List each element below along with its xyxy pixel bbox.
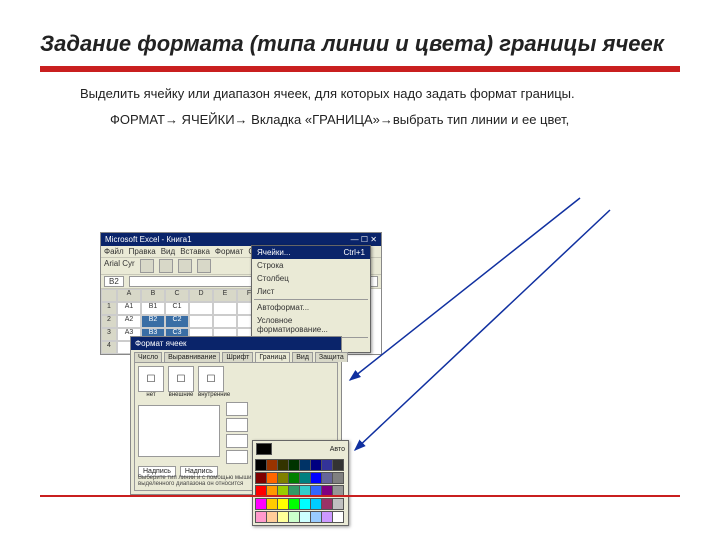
dialog-tab: Число [134, 352, 162, 362]
preset-icon: ☐ [168, 366, 194, 392]
palette-grid [253, 457, 348, 525]
line-style [226, 418, 248, 432]
preset-icon: ☐ [138, 366, 164, 392]
menu-item: Файл [104, 247, 124, 256]
menu-item: Столбец [252, 272, 370, 285]
cell [189, 315, 213, 328]
row-header: 1 [101, 302, 117, 315]
col-header: C [165, 289, 189, 302]
font-name: Arial Cyr [104, 259, 135, 273]
toolbar-btn [159, 259, 173, 273]
menu-item: Ячейки...Ctrl+1 [252, 246, 370, 259]
dialog-tab: Защита [315, 352, 348, 362]
page-title: Задание формата (типа линии и цвета) гра… [40, 30, 680, 58]
window-controls: — ☐ ✕ [351, 235, 377, 244]
border-presets: ☐нет☐внешние☐внутренние [138, 366, 334, 398]
row-header: 3 [101, 328, 117, 341]
preset-label: нет [138, 392, 164, 398]
col-header: A [117, 289, 141, 302]
menu-item: Автоформат... [252, 301, 370, 314]
col-header: E [213, 289, 237, 302]
instruction-1: Выделить ячейку или диапазон ячеек, для … [80, 86, 640, 103]
preset-icon: ☐ [198, 366, 224, 392]
preset-label: внутренние [198, 392, 230, 398]
dialog-tab: Шрифт [222, 352, 253, 362]
menu-item: Условное форматирование... [252, 314, 370, 336]
auto-swatch [256, 443, 272, 455]
dialog-tab: Выравнивание [164, 352, 220, 362]
line-style [226, 434, 248, 448]
dialog-title: Формат ячеек [131, 337, 341, 350]
menu-item [254, 299, 368, 300]
instruction-2: ФОРМАТ→ ЯЧЕЙКИ→ Вкладка «ГРАНИЦА»→выбрат… [110, 112, 650, 129]
line-style [226, 402, 248, 416]
menu-item: Строка [252, 259, 370, 272]
cell: A2 [117, 315, 141, 328]
menu-item: Формат [215, 247, 243, 256]
row-header: 4 [101, 341, 117, 354]
cell: B1 [141, 302, 165, 315]
menu-item: Правка [129, 247, 156, 256]
toolbar-btn [178, 259, 192, 273]
cell: C2 [165, 315, 189, 328]
line-style [226, 450, 248, 464]
window-title: Microsoft Excel - Книга1 [105, 235, 192, 244]
row-header: 2 [101, 315, 117, 328]
menu-item: Лист [252, 285, 370, 298]
divider [40, 66, 680, 72]
col-header: B [141, 289, 165, 302]
col-header: D [189, 289, 213, 302]
color-swatch [332, 498, 344, 510]
color-swatch [332, 459, 344, 471]
color-swatch [332, 472, 344, 484]
name-box: B2 [104, 276, 124, 287]
dialog-tab: Вид [292, 352, 313, 362]
dialog-tabs: ЧислоВыравниваниеШрифтГраницаВидЗащита [131, 350, 341, 362]
color-swatch [332, 511, 344, 523]
cell [213, 315, 237, 328]
cell: B2 [141, 315, 165, 328]
menu-item: Вид [161, 247, 175, 256]
line-style-list [226, 402, 248, 466]
footer-bar [40, 495, 680, 497]
dialog-tab: Граница [255, 352, 290, 362]
menu-item: Вставка [180, 247, 210, 256]
toolbar-btn [140, 259, 154, 273]
border-preview [138, 405, 220, 457]
auto-label: Авто [330, 446, 345, 453]
toolbar-btn [197, 259, 211, 273]
cell [213, 302, 237, 315]
col-header [101, 289, 117, 302]
color-palette: Авто [252, 440, 349, 526]
cell: C1 [165, 302, 189, 315]
cell [189, 302, 213, 315]
preset-label: внешние [168, 392, 194, 398]
cell: A1 [117, 302, 141, 315]
